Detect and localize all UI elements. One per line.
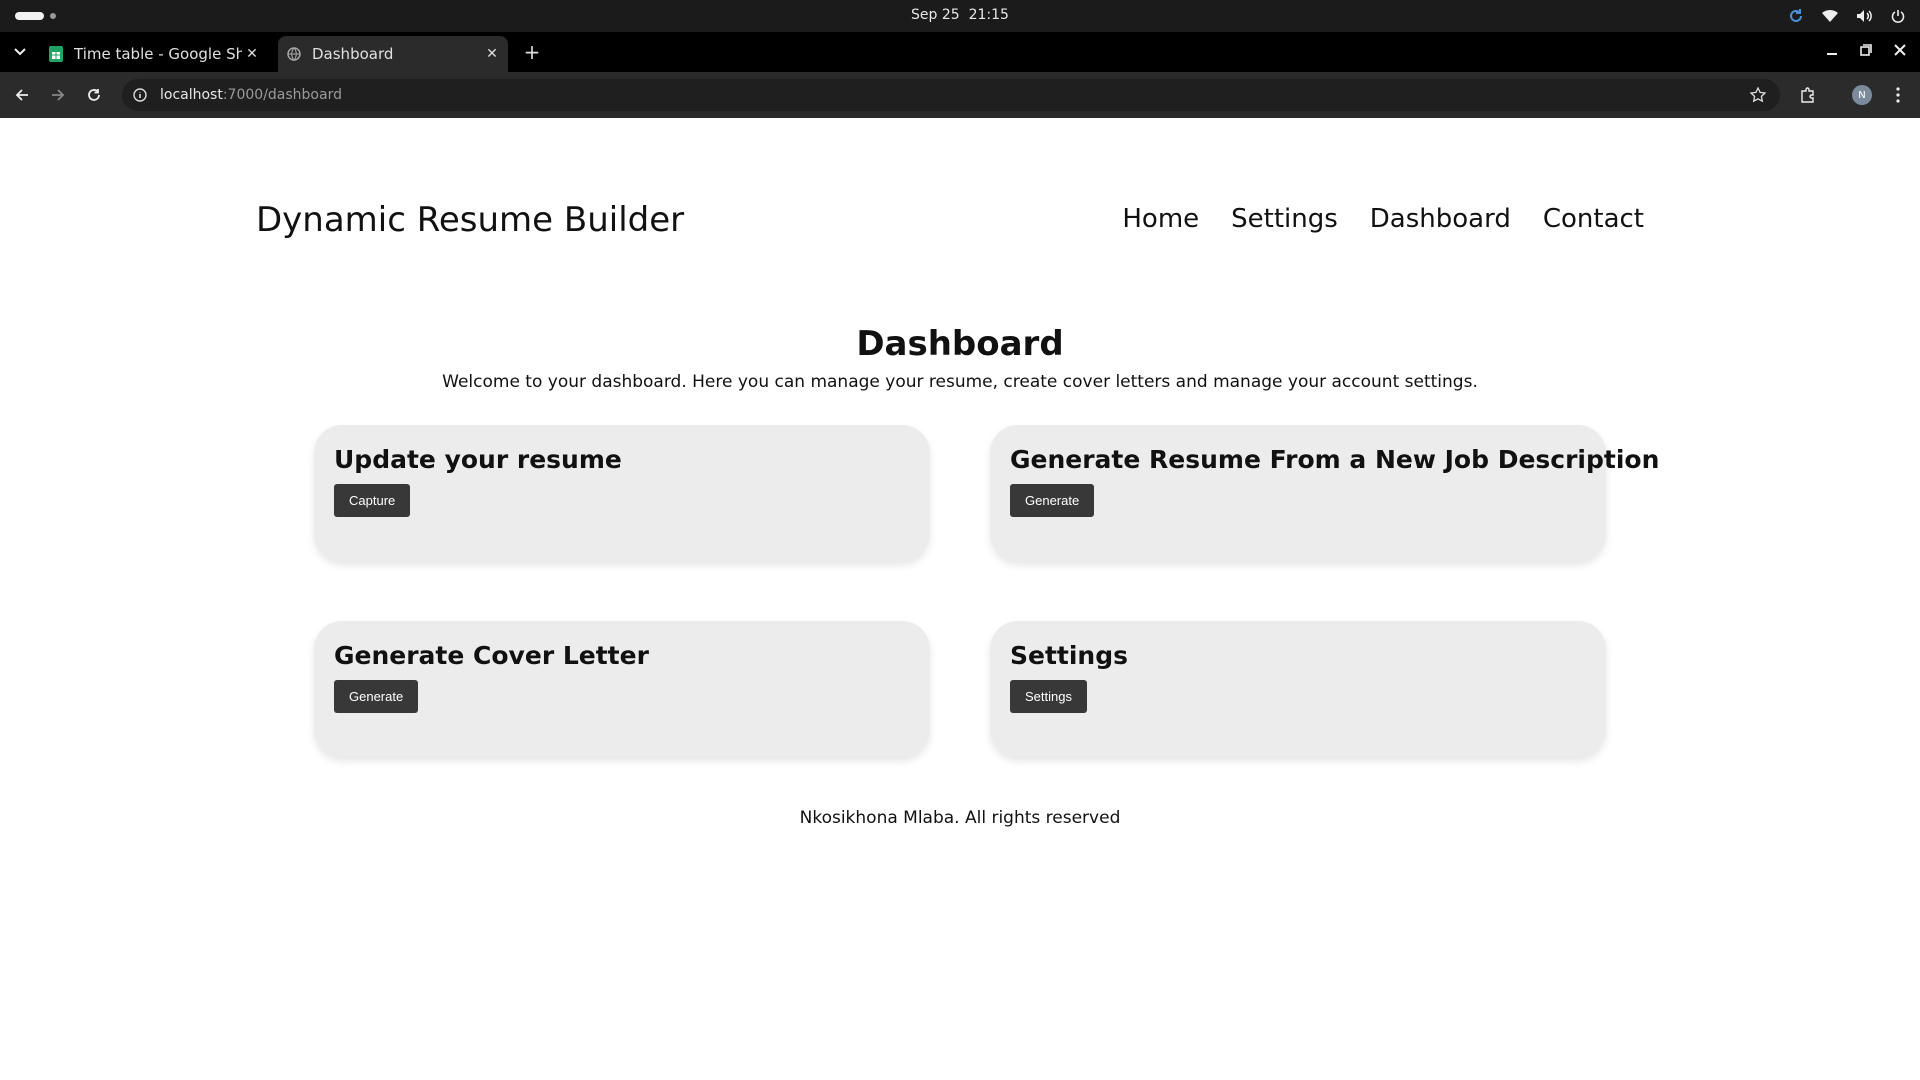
nav-home-link[interactable]: Home [1122, 204, 1199, 234]
extensions-puzzle-icon[interactable] [1796, 83, 1820, 107]
card-settings: Settings Settings [990, 621, 1606, 757]
system-tray[interactable] [1786, 6, 1908, 26]
site-title: Dynamic Resume Builder [256, 200, 685, 240]
close-icon[interactable]: ✕ [242, 44, 262, 64]
profile-avatar[interactable]: N [1850, 83, 1874, 107]
footer-text: Nkosikhona Mlaba. All rights reserved [799, 808, 1121, 828]
forward-arrow-icon[interactable] [46, 83, 70, 107]
reload-icon[interactable] [82, 83, 106, 107]
browser-tab-strip: Time table - Google Shee ✕ Dashboard ✕ + [0, 32, 1920, 72]
browser-toolbar: localhost:7000/dashboard N [0, 72, 1920, 118]
wifi-icon [1820, 6, 1840, 26]
page-content: Dynamic Resume Builder Home Settings Das… [0, 118, 1920, 1080]
os-date: Sep 25 [911, 7, 960, 23]
sync-icon[interactable] [1786, 6, 1806, 26]
tab-title: Dashboard [312, 45, 394, 63]
capture-button[interactable]: Capture [334, 484, 411, 517]
tab-time-table[interactable]: Time table - Google Shee ✕ [40, 36, 268, 72]
settings-button[interactable]: Settings [1010, 680, 1087, 713]
google-sheets-icon [48, 46, 64, 62]
globe-icon [286, 46, 302, 62]
volume-icon [1854, 6, 1874, 26]
card-title: Update your resume [334, 445, 622, 474]
os-clock[interactable]: Sep 25 21:15 [0, 7, 1920, 23]
tab-dashboard[interactable]: Dashboard ✕ [278, 36, 508, 72]
url-host: localhost [160, 87, 223, 103]
card-generate-resume: Generate Resume From a New Job Descripti… [990, 425, 1660, 561]
avatar: N [1852, 85, 1872, 105]
browser-menu-icon[interactable] [1886, 83, 1910, 107]
generate-resume-button[interactable]: Generate [1010, 484, 1095, 517]
restore-icon[interactable] [1856, 40, 1876, 60]
card-title: Settings [1010, 641, 1129, 670]
generate-cover-letter-button[interactable]: Generate [334, 680, 419, 713]
site-nav: Home Settings Dashboard Contact [1122, 204, 1644, 234]
page-title: Dashboard [856, 324, 1064, 364]
nav-settings-link[interactable]: Settings [1231, 204, 1338, 234]
bookmark-star-icon[interactable] [1748, 85, 1768, 105]
card-title: Generate Cover Letter [334, 641, 649, 670]
site-info-icon[interactable] [132, 87, 148, 103]
nav-dashboard-link[interactable]: Dashboard [1370, 204, 1511, 234]
window-controls [1822, 40, 1910, 60]
os-top-bar: Sep 25 21:15 [0, 0, 1920, 32]
tab-search-chevron-icon[interactable] [8, 40, 32, 64]
card-update-resume: Update your resume Capture [314, 425, 930, 561]
minimize-icon[interactable] [1822, 40, 1842, 60]
address-bar[interactable]: localhost:7000/dashboard [122, 79, 1780, 111]
url-text: localhost:7000/dashboard [160, 87, 342, 103]
close-icon[interactable]: ✕ [482, 44, 502, 64]
nav-contact-link[interactable]: Contact [1543, 204, 1644, 234]
card-title: Generate Resume From a New Job Descripti… [1010, 445, 1660, 474]
tab-title: Time table - Google Shee [74, 45, 242, 63]
close-window-icon[interactable] [1890, 40, 1910, 60]
url-path: :7000/dashboard [222, 87, 342, 103]
card-cover-letter: Generate Cover Letter Generate [314, 621, 930, 757]
os-time: 21:15 [968, 7, 1009, 23]
page-subtitle: Welcome to your dashboard. Here you can … [442, 372, 1478, 392]
new-tab-plus-icon[interactable]: + [520, 40, 544, 64]
power-icon [1888, 6, 1908, 26]
back-arrow-icon[interactable] [10, 83, 34, 107]
